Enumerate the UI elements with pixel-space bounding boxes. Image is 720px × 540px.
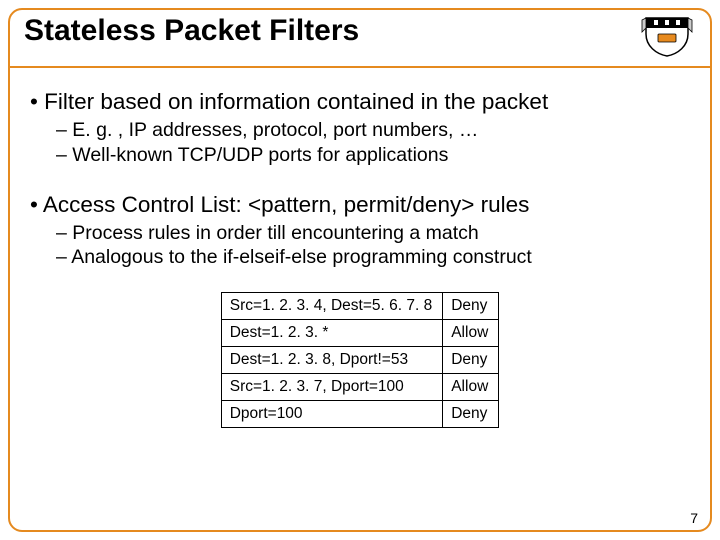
bullet-level2: Process rules in order till encountering…	[56, 221, 690, 245]
table-row: Dest=1. 2. 3. * Allow	[221, 319, 499, 346]
title-divider	[10, 66, 710, 68]
slide-title: Stateless Packet Filters	[24, 14, 359, 48]
princeton-shield-logo	[640, 14, 694, 58]
action-cell: Allow	[443, 319, 499, 346]
action-cell: Deny	[443, 292, 499, 319]
action-cell: Deny	[443, 400, 499, 427]
action-cell: Deny	[443, 346, 499, 373]
bullet-level2: E. g. , IP addresses, protocol, port num…	[56, 118, 690, 142]
acl-rules-table: Src=1. 2. 3. 4, Dest=5. 6. 7. 8 Deny Des…	[221, 292, 500, 428]
bullet-level2: Well-known TCP/UDP ports for application…	[56, 143, 690, 167]
page-number: 7	[690, 510, 698, 526]
table-row: Dest=1. 2. 3. 8, Dport!=53 Deny	[221, 346, 499, 373]
action-cell: Allow	[443, 373, 499, 400]
slide-body: Filter based on information contained in…	[30, 82, 690, 428]
pattern-cell: Dport=100	[221, 400, 442, 427]
table-row: Src=1. 2. 3. 4, Dest=5. 6. 7. 8 Deny	[221, 292, 499, 319]
table-row: Src=1. 2. 3. 7, Dport=100 Allow	[221, 373, 499, 400]
pattern-cell: Src=1. 2. 3. 7, Dport=100	[221, 373, 442, 400]
pattern-cell: Dest=1. 2. 3. 8, Dport!=53	[221, 346, 442, 373]
bullet-level1: Filter based on information contained in…	[30, 88, 690, 116]
pattern-cell: Dest=1. 2. 3. *	[221, 319, 442, 346]
bullet-level2: Analogous to the if-elseif-else programm…	[56, 245, 690, 269]
pattern-cell: Src=1. 2. 3. 4, Dest=5. 6. 7. 8	[221, 292, 442, 319]
table-row: Dport=100 Deny	[221, 400, 499, 427]
bullet-level1: Access Control List: <pattern, permit/de…	[30, 191, 690, 219]
